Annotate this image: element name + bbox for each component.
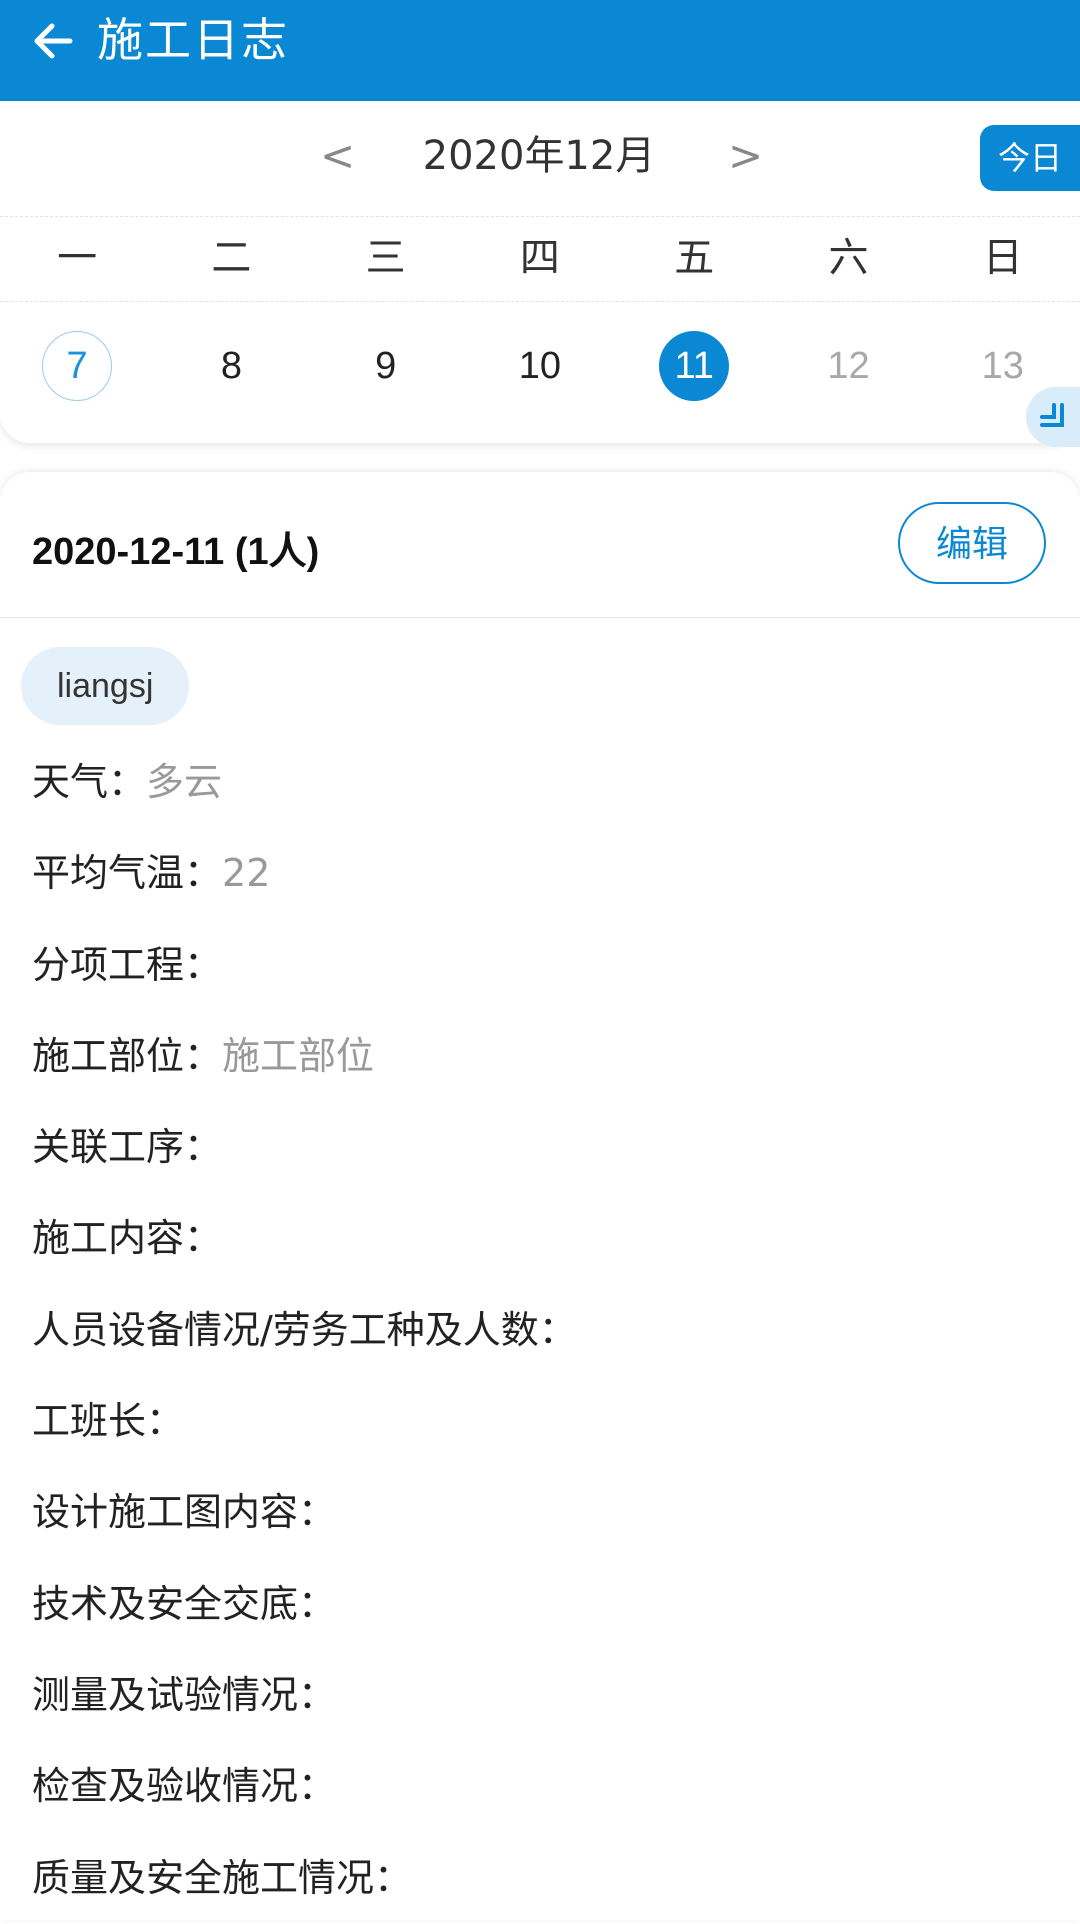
field-list: 天气：多云 平均气温：22 分项工程： 施工部位：施工部位 关联工序： 施工内容… — [32, 737, 1052, 1924]
field-label: 测量及试验情况： — [32, 1672, 337, 1717]
month-navigator: < 2020年12月 > 今日 — [0, 101, 1080, 216]
field-row: 关联工序： — [32, 1102, 1052, 1193]
next-month-button[interactable]: > — [728, 131, 763, 181]
date-cell[interactable]: 9 — [309, 301, 463, 431]
back-button[interactable] — [26, 14, 80, 68]
date-cell[interactable]: 7 — [0, 301, 154, 431]
field-row: 平均气温：22 — [32, 828, 1052, 919]
prev-month-button[interactable]: < — [320, 131, 355, 181]
field-label: 分项工程： — [32, 942, 223, 987]
field-row: 设计施工图内容： — [32, 1467, 1052, 1558]
field-row: 工班长： — [32, 1376, 1052, 1467]
date-number[interactable]: 10 — [505, 331, 575, 401]
page-title: 施工日志 — [97, 13, 289, 67]
field-label: 质量及安全施工情况： — [32, 1855, 413, 1900]
month-label: 2020年12月 — [422, 133, 656, 179]
detail-header: 2020-12-11 (1人) 编辑 — [0, 472, 1080, 618]
arrow-left-icon — [34, 23, 73, 59]
log-date-title: 2020-12-11 (1人) — [32, 531, 320, 573]
field-label: 关联工序： — [32, 1125, 223, 1170]
field-row: 施工内容： — [32, 1193, 1052, 1284]
field-row: 人员设备情况/劳务工种及人数： — [32, 1285, 1052, 1376]
field-row: 测量及试验情况： — [32, 1650, 1052, 1741]
date-selected[interactable]: 11 — [659, 331, 730, 401]
field-row: 天气：多云 — [32, 737, 1052, 828]
field-label: 工班长： — [32, 1399, 185, 1444]
field-value: 22 — [222, 851, 271, 896]
field-value: 施工部位 — [222, 1033, 375, 1078]
date-row: 7 8 9 10 11 12 13 — [0, 301, 1080, 431]
field-row: 技术及安全交底： — [32, 1559, 1052, 1650]
today-button[interactable]: 今日 — [980, 125, 1080, 191]
weekday-label: 二 — [211, 235, 252, 281]
app-bar: 施工日志 — [0, 0, 1080, 101]
user-tag[interactable]: liangsj — [21, 647, 190, 725]
field-label: 施工内容： — [32, 1216, 223, 1261]
date-cell[interactable]: 11 — [617, 301, 771, 431]
weekday-row: 一 二 三 四 五 六 日 — [0, 216, 1080, 301]
date-cell[interactable]: 10 — [463, 301, 617, 431]
date-number[interactable]: 9 — [351, 331, 421, 401]
field-label: 设计施工图内容： — [32, 1490, 337, 1535]
field-label: 技术及安全交底： — [32, 1581, 337, 1626]
field-label: 检查及验收情况： — [32, 1764, 337, 1809]
date-number[interactable]: 8 — [196, 331, 266, 401]
field-label: 平均气温： — [32, 851, 223, 896]
field-row: 检查及验收情况： — [32, 1741, 1052, 1832]
edit-button[interactable]: 编辑 — [898, 502, 1046, 584]
field-label: 施工部位： — [32, 1033, 223, 1078]
expand-corner-icon — [1040, 403, 1064, 427]
weekday-label: 日 — [982, 235, 1023, 281]
weekday-label: 三 — [365, 235, 406, 281]
field-label: 天气： — [32, 760, 147, 804]
field-label: 人员设备情况/劳务工种及人数： — [32, 1307, 577, 1352]
weekday-label: 六 — [828, 235, 869, 281]
calendar-card: < 2020年12月 > 今日 一 二 三 四 五 六 日 7 8 9 10 1… — [0, 101, 1080, 447]
field-value: 多云 — [146, 760, 223, 804]
field-row: 施工部位：施工部位 — [32, 1011, 1052, 1102]
field-row: 分项工程： — [32, 920, 1052, 1011]
expand-calendar-button[interactable] — [1026, 387, 1080, 447]
date-number[interactable]: 12 — [813, 331, 883, 401]
weekday-label: 五 — [674, 235, 715, 281]
field-row: 质量及安全施工情况： — [32, 1833, 1052, 1924]
date-cell[interactable]: 12 — [771, 301, 925, 431]
log-detail-card: 2020-12-11 (1人) 编辑 liangsj 天气：多云 平均气温：22… — [0, 472, 1080, 1920]
date-today[interactable]: 7 — [42, 331, 113, 401]
weekday-label: 四 — [519, 235, 560, 281]
date-cell[interactable]: 8 — [154, 301, 308, 431]
weekday-label: 一 — [57, 235, 98, 281]
